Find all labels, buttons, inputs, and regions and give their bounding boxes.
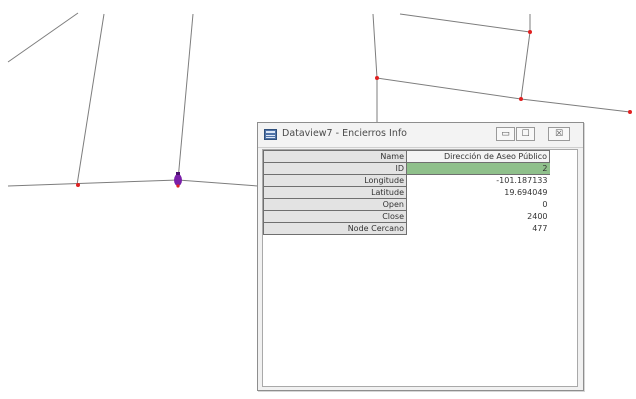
title-bar[interactable]: Dataview7 - Encierros Info ▭ ☐ ☒ <box>258 123 583 148</box>
table-header-row: Name Dirección de Aseo Público <box>263 150 550 163</box>
field-value[interactable]: -101.187133 <box>406 174 550 187</box>
table-row[interactable]: Open 0 <box>263 198 550 211</box>
node-point[interactable] <box>628 110 632 114</box>
road-segment <box>7 12 79 63</box>
road-segment <box>7 179 179 187</box>
info-grid[interactable]: Name Dirección de Aseo Público ID 2 Long… <box>262 149 578 387</box>
road-segment <box>372 13 378 79</box>
table-app-icon <box>264 129 277 140</box>
road-segment <box>376 77 522 100</box>
window-title: Dataview7 - Encierros Info <box>282 128 407 139</box>
road-segment <box>520 98 631 113</box>
node-point[interactable] <box>375 76 379 80</box>
field-value[interactable]: 2400 <box>406 210 550 223</box>
maximize-button[interactable]: ☐ <box>516 127 535 141</box>
road-segment <box>520 31 531 100</box>
table-row[interactable]: Longitude -101.187133 <box>263 174 550 187</box>
table-row-selected[interactable]: ID 2 <box>263 162 550 175</box>
field-value[interactable]: 477 <box>406 222 550 235</box>
close-button[interactable]: ☒ <box>548 127 570 141</box>
field-label: Name <box>263 150 407 163</box>
table-row[interactable]: Close 2400 <box>263 210 550 223</box>
dataview-window[interactable]: Dataview7 - Encierros Info ▭ ☐ ☒ Name Di… <box>257 122 584 391</box>
road-segment <box>177 179 259 187</box>
info-table: Name Dirección de Aseo Público ID 2 Long… <box>263 150 550 235</box>
node-point[interactable] <box>519 97 523 101</box>
minimize-button[interactable]: ▭ <box>496 127 515 141</box>
field-value[interactable]: 2 <box>406 162 550 175</box>
node-point[interactable] <box>76 183 80 187</box>
field-label: Longitude <box>263 174 407 187</box>
node-point[interactable] <box>528 30 532 34</box>
road-segment <box>177 13 194 181</box>
field-label: Close <box>263 210 407 223</box>
field-label: Node Cercano <box>263 222 407 235</box>
field-label: Open <box>263 198 407 211</box>
table-row[interactable]: Latitude 19.694049 <box>263 186 550 199</box>
field-value[interactable]: 0 <box>406 198 550 211</box>
field-label: ID <box>263 162 407 175</box>
field-label: Latitude <box>263 186 407 199</box>
vehicle-marker-icon[interactable] <box>174 172 182 188</box>
road-segment <box>399 13 531 33</box>
table-row[interactable]: Node Cercano 477 <box>263 222 550 235</box>
field-value[interactable]: Dirección de Aseo Público <box>406 150 550 163</box>
road-segment <box>76 13 105 186</box>
field-value[interactable]: 19.694049 <box>406 186 550 199</box>
